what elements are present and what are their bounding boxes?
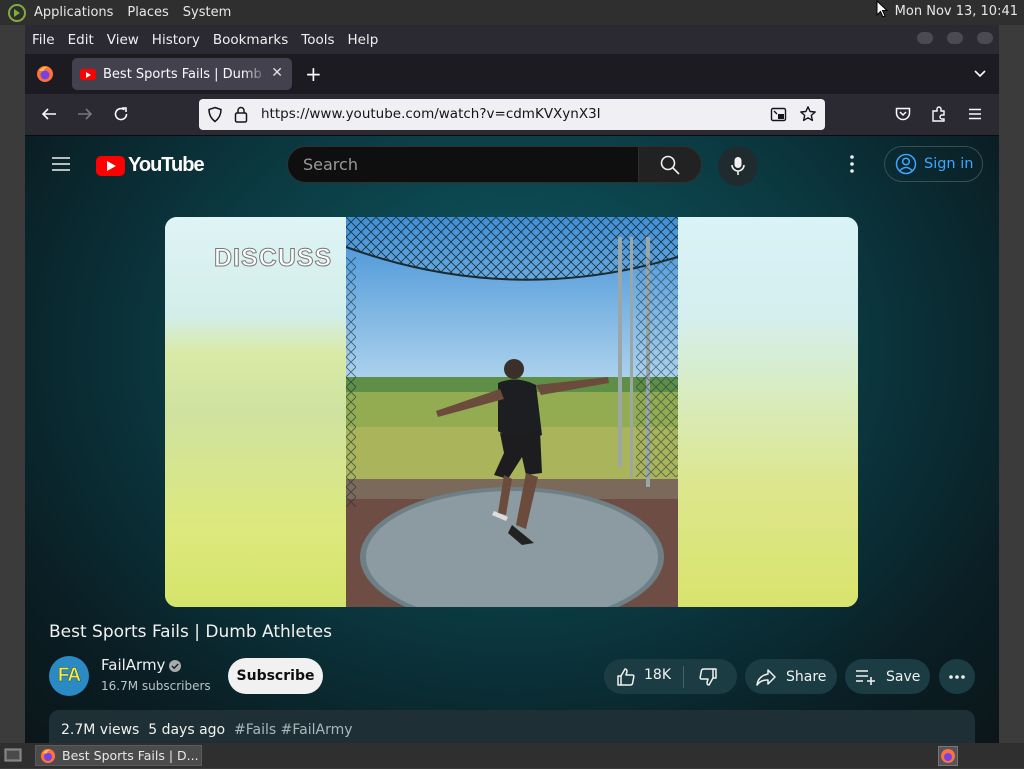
like-dislike-group: 18K [604,659,737,694]
youtube-page: YouTube Search Sign in DISCUSS Best Spor… [25,136,999,743]
firefox-icon [40,748,56,763]
tab-youtube-video[interactable]: Best Sports Fails | Dumb Athletes ✕ [72,58,292,90]
bookmark-star-icon[interactable] [799,105,817,123]
share-button[interactable]: Share [745,659,837,694]
account-circle-icon [895,153,917,175]
forward-arrow-icon[interactable] [76,105,94,123]
search-icon [660,155,680,175]
microphone-icon [731,157,745,175]
extensions-puzzle-icon[interactable] [930,105,948,123]
browser-menubar: File Edit View History Bookmarks Tools H… [25,25,999,54]
view-count: 2.7M views [61,722,140,738]
description-box[interactable]: 2.7M views 5 days ago #Fails #FailArmy [49,710,975,743]
mouse-cursor-icon [876,0,888,18]
upload-age: 5 days ago [148,722,226,738]
close-window-button[interactable] [976,31,994,45]
workspace-switcher-firefox-icon[interactable] [938,746,958,766]
video-player[interactable]: DISCUSS [165,217,858,607]
taskbar-window-firefox[interactable]: Best Sports Fails | D... [35,745,202,766]
menu-history[interactable]: History [152,32,200,48]
youtube-play-logo-icon [96,155,125,176]
new-tab-button[interactable]: + [305,62,322,86]
share-arrow-icon [756,668,776,686]
thumbs-up-icon[interactable] [616,667,636,687]
menu-file[interactable]: File [32,32,55,48]
navigation-toolbar: https://www.youtube.com/watch?v=cdmKVXyn… [25,94,999,136]
hashtags[interactable]: #Fails #FailArmy [234,722,352,738]
picture-in-picture-icon[interactable] [770,106,787,123]
list-all-tabs-chevron-down-icon[interactable] [973,66,987,80]
menu-view[interactable]: View [107,32,139,48]
subscribe-button[interactable]: Subscribe [228,658,323,694]
taskbar-window-title: Best Sports Fails | D... [62,748,199,763]
lock-icon[interactable] [234,106,248,123]
youtube-wordmark: YouTube [128,154,205,176]
thumbs-down-icon[interactable] [698,667,718,687]
firefox-tray-icon [941,749,955,763]
sign-in-label: Sign in [924,156,974,172]
more-actions-button[interactable] [939,659,975,694]
search-button[interactable] [638,146,702,183]
video-overlay-text: DISCUSS [213,244,333,273]
distro-logo-icon[interactable] [8,3,26,22]
channel-avatar[interactable]: FA [49,656,89,696]
settings-more-vertical-icon[interactable] [849,154,855,174]
menu-edit[interactable]: Edit [68,32,94,48]
save-label: Save [886,668,921,685]
menu-bookmarks[interactable]: Bookmarks [213,32,288,48]
firefox-view-icon[interactable] [36,65,54,83]
sign-in-button[interactable]: Sign in [884,146,983,182]
places-menu[interactable]: Places [127,5,168,20]
back-arrow-icon[interactable] [40,105,58,123]
applications-menu[interactable]: Applications [34,5,113,20]
show-desktop-icon[interactable] [4,748,22,763]
save-button[interactable]: Save [845,659,930,694]
url-text[interactable]: https://www.youtube.com/watch?v=cdmKVXyn… [261,106,601,122]
menu-tools[interactable]: Tools [301,32,334,48]
reload-icon[interactable] [112,105,130,123]
youtube-logo[interactable]: YouTube [96,154,205,177]
channel-name-link[interactable]: FailArmy [101,656,165,674]
blurred-side-left [165,217,346,607]
tab-bar: Best Sports Fails | Dumb Athletes ✕ + [25,54,999,94]
maximize-button[interactable] [946,31,964,45]
subscriber-count: 16.7M subscribers [101,679,211,693]
clock[interactable]: Mon Nov 13, 10:41 [895,4,1018,19]
tab-title: Best Sports Fails | Dumb Athletes [103,66,268,82]
like-divider [683,666,684,688]
voice-search-button[interactable] [718,146,758,186]
blurred-side-right [678,217,858,607]
share-label: Share [786,668,827,685]
menu-help[interactable]: Help [348,32,379,48]
pocket-icon[interactable] [894,105,912,123]
like-count[interactable]: 18K [644,667,671,683]
close-tab-icon[interactable]: ✕ [271,65,283,81]
application-menu-hamburger-icon[interactable] [966,105,984,123]
system-top-panel: Applications Places System Mon Nov 13, 1… [0,0,1024,25]
url-bar[interactable]: https://www.youtube.com/watch?v=cdmKVXyn… [199,99,825,130]
tracking-protection-shield-icon[interactable] [207,106,223,123]
system-menu[interactable]: System [183,5,231,20]
verified-badge-icon [169,660,181,672]
add-to-playlist-icon [856,669,875,685]
search-input[interactable]: Search [287,146,639,183]
youtube-favicon-icon [80,68,96,80]
minimize-button[interactable] [916,31,934,45]
browser-window: File Edit View History Bookmarks Tools H… [25,25,999,743]
bottom-taskbar: Best Sports Fails | D... [0,743,1024,768]
more-horizontal-icon [949,674,965,679]
video-frame-discus-thrower [346,217,678,607]
video-title: Best Sports Fails | Dumb Athletes [49,622,332,642]
guide-menu-hamburger-icon[interactable] [51,156,71,172]
